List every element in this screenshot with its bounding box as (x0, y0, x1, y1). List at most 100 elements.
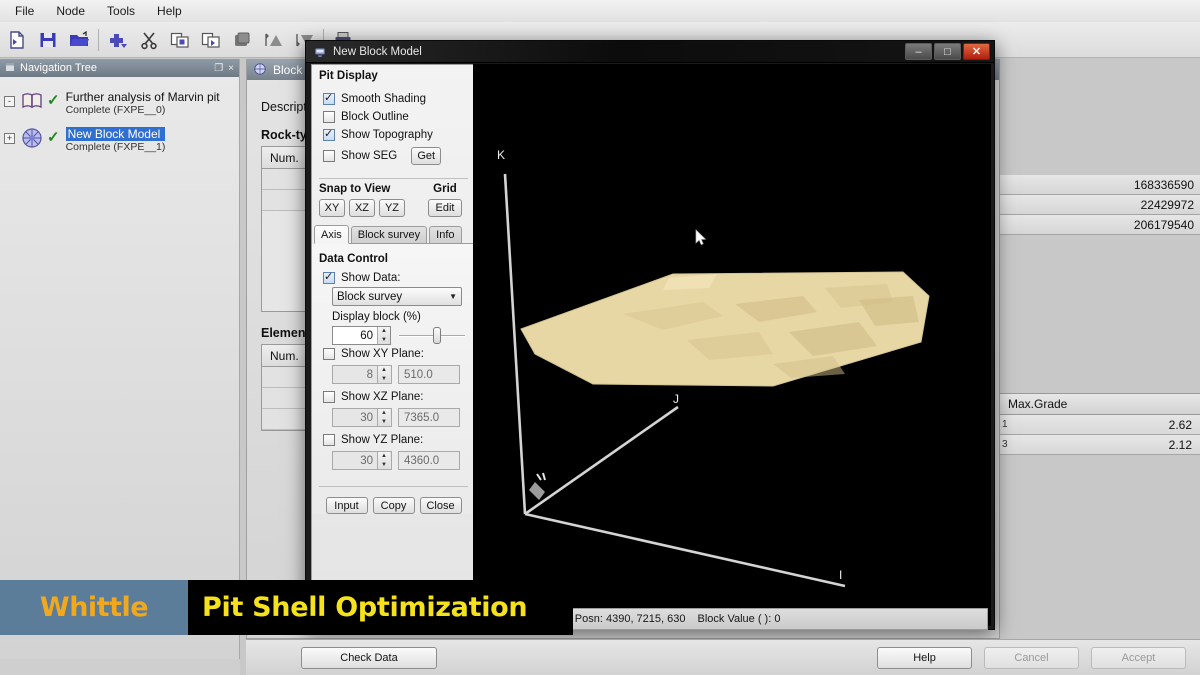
stepper-up-icon[interactable]: ▲ (378, 366, 390, 375)
paste-icon[interactable] (196, 25, 226, 55)
xz-plane-coordinate[interactable]: 7365.0 (398, 408, 460, 427)
xz-plane-stepper[interactable]: 30 ▲ ▼ (332, 408, 392, 427)
stepper-up-icon[interactable]: ▲ (378, 452, 390, 461)
close-panel-icon[interactable]: × (228, 63, 234, 74)
tree-node-marvin-pit[interactable]: - ✓ Further analysis of Marvin pit Compl… (0, 87, 239, 118)
float-panel-icon[interactable]: ❐ (214, 63, 223, 74)
slider-track (399, 335, 465, 337)
dialog-controls-column: Pit Display Smooth Shading Block Outline… (311, 64, 476, 626)
table-row[interactable]: 206179540 (1000, 215, 1200, 235)
checkbox-block-outline[interactable]: Block Outline (312, 108, 475, 126)
snap-grid-row: Snap to View XY XZ YZ Grid Edit (312, 183, 475, 217)
add-node-icon[interactable] (103, 25, 133, 55)
checkbox-show-yz-plane[interactable]: Show YZ Plane: (312, 431, 475, 449)
stepper-arrows[interactable]: ▲ ▼ (377, 366, 390, 383)
max-grade-table[interactable]: Max.Grade 1 2.62 3 2.12 (1000, 393, 1200, 455)
open-folder-icon[interactable] (64, 25, 94, 55)
stepper-down-icon[interactable]: ▼ (378, 336, 390, 345)
save-icon[interactable] (33, 25, 63, 55)
j-axis-label: J (673, 392, 679, 406)
snap-xz-button[interactable]: XZ (349, 199, 375, 217)
data-source-value: Block survey (337, 290, 403, 303)
maximize-button[interactable]: □ (934, 43, 961, 60)
pit-display-title: Pit Display (319, 70, 378, 82)
table-row[interactable]: 1 2.62 (1000, 415, 1200, 435)
clipboard-icon[interactable] (227, 25, 257, 55)
yz-plane-index[interactable]: 30 (333, 455, 377, 467)
tab-block-survey[interactable]: Block survey (350, 226, 428, 243)
data-source-dropdown[interactable]: Block survey ▼ (332, 287, 462, 306)
input-button[interactable]: Input (325, 497, 368, 514)
close-dialog-button[interactable]: Close (419, 497, 462, 514)
data-control-title: Data Control (319, 253, 388, 265)
stepper-down-icon[interactable]: ▼ (378, 461, 390, 470)
row-number: 1 (1002, 419, 1008, 430)
help-button[interactable]: Help (877, 646, 972, 669)
block-model-icon (313, 45, 327, 59)
display-block-slider[interactable] (399, 326, 465, 345)
stepper-up-icon[interactable]: ▲ (378, 327, 390, 336)
checkbox-show-data[interactable]: Show Data: (312, 269, 475, 287)
tree-node-label-selected[interactable]: New Block Model (65, 127, 166, 141)
copy-button[interactable]: Copy (372, 497, 415, 514)
checkbox-icon[interactable] (323, 111, 335, 123)
get-button[interactable]: Get (411, 147, 442, 165)
stepper-arrows[interactable]: ▲ ▼ (377, 327, 390, 344)
cut-scissors-icon[interactable] (134, 25, 164, 55)
display-block-stepper[interactable]: 60 ▲ ▼ (332, 326, 391, 345)
stepper-down-icon[interactable]: ▼ (378, 375, 390, 384)
xy-plane-coordinate[interactable]: 510.0 (398, 365, 460, 384)
checkbox-icon[interactable] (323, 150, 335, 162)
checkbox-show-xy-plane[interactable]: Show XY Plane: (312, 345, 475, 363)
check-data-button[interactable]: Check Data (301, 646, 437, 669)
stepper-down-icon[interactable]: ▼ (378, 418, 390, 427)
move-up-icon[interactable] (258, 25, 288, 55)
close-button[interactable]: ✕ (963, 43, 990, 60)
menu-item-node[interactable]: Node (45, 2, 96, 20)
minimize-button[interactable]: – (905, 43, 932, 60)
snap-xy-button[interactable]: XY (319, 199, 345, 217)
table-row[interactable]: 22429972 (1000, 195, 1200, 215)
tree-node-label: Further analysis of Marvin pit (65, 90, 220, 104)
checkbox-icon[interactable] (323, 434, 335, 446)
checkbox-icon[interactable] (323, 270, 335, 284)
checkbox-icon[interactable] (323, 391, 335, 403)
checkbox-icon[interactable] (323, 127, 335, 141)
stepper-arrows[interactable]: ▲ ▼ (377, 452, 390, 469)
stepper-arrows[interactable]: ▲ ▼ (377, 409, 390, 426)
xy-plane-stepper[interactable]: 8 ▲ ▼ (332, 365, 392, 384)
checkbox-smooth-shading[interactable]: Smooth Shading (312, 90, 475, 108)
display-block-value[interactable]: 60 (333, 330, 377, 342)
menu-item-tools[interactable]: Tools (96, 2, 146, 20)
axis-tab-pane: Data Control Show Data: Block survey ▼ D… (312, 244, 475, 514)
cancel-button: Cancel (984, 646, 1079, 669)
yz-plane-coordinate[interactable]: 4360.0 (398, 451, 460, 470)
tree-expander-icon[interactable]: - (4, 96, 15, 107)
xy-plane-index[interactable]: 8 (333, 369, 377, 381)
stepper-up-icon[interactable]: ▲ (378, 409, 390, 418)
table-row[interactable]: 3 2.12 (1000, 435, 1200, 455)
xz-plane-index[interactable]: 30 (333, 412, 377, 424)
copy-icon[interactable] (165, 25, 195, 55)
checkbox-show-xz-plane[interactable]: Show XZ Plane: (312, 388, 475, 406)
slider-thumb[interactable] (433, 327, 442, 344)
totals-table[interactable]: 168336590 22429972 206179540 (1000, 175, 1200, 235)
table-row[interactable]: 168336590 (1000, 175, 1200, 195)
checkbox-label: Smooth Shading (341, 93, 427, 105)
checkbox-icon[interactable] (323, 91, 335, 105)
xy-plane-fields: 8 ▲ ▼ 510.0 (312, 363, 475, 388)
tab-info[interactable]: Info (429, 226, 462, 243)
3d-viewport[interactable]: K J I (473, 64, 991, 626)
new-document-icon[interactable] (2, 25, 32, 55)
tab-axis[interactable]: Axis (314, 225, 349, 244)
menu-item-help[interactable]: Help (146, 2, 193, 20)
yz-plane-stepper[interactable]: 30 ▲ ▼ (332, 451, 392, 470)
checkbox-show-topography[interactable]: Show Topography (312, 126, 475, 144)
tree-node-new-block-model[interactable]: + ✓ New Block Model Complete (FXPE__1) (0, 124, 239, 155)
tree-expander-icon-2[interactable]: + (4, 133, 15, 144)
snap-yz-button[interactable]: YZ (379, 199, 405, 217)
grid-edit-button[interactable]: Edit (428, 199, 462, 217)
checkbox-icon[interactable] (323, 348, 335, 360)
menu-item-file[interactable]: File (4, 2, 45, 20)
dialog-title-bar[interactable]: New Block Model – □ ✕ (306, 41, 994, 63)
